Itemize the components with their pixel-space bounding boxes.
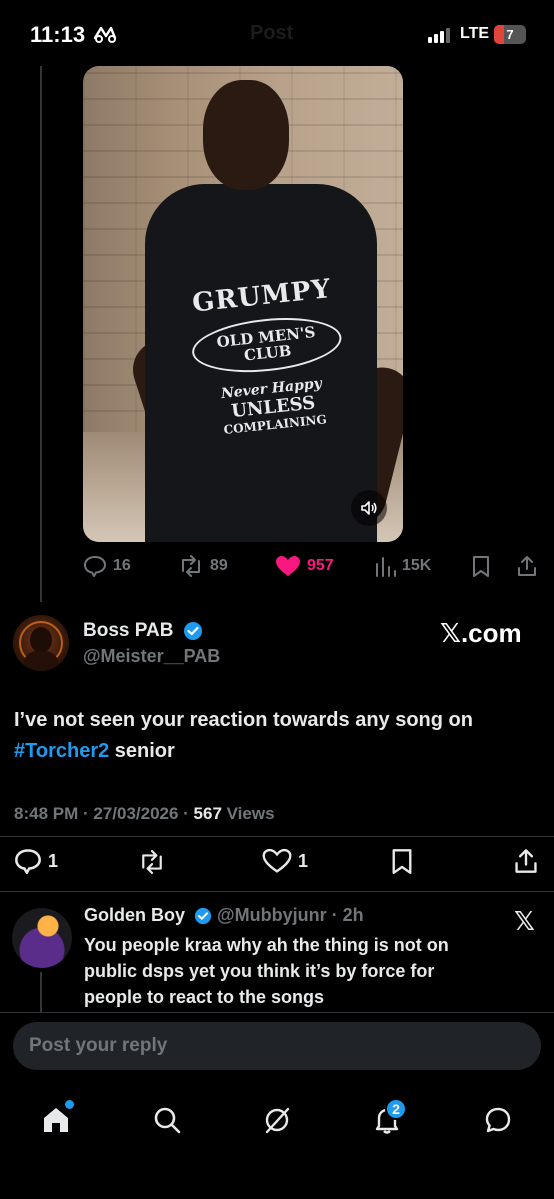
reply-time: · 2h [326, 905, 364, 925]
x-brand-label: 𝕏.com [440, 618, 522, 648]
post-reply-button[interactable]: 1 [14, 848, 58, 874]
post-like-count: 1 [298, 850, 309, 871]
x-logo-icon: 𝕏 [514, 906, 535, 936]
like-count: 957 [307, 557, 334, 574]
post-like-button[interactable]: 1 [262, 848, 308, 874]
tab-notifications[interactable]: 2 [363, 1096, 411, 1144]
views-icon [376, 557, 396, 577]
post-text: I’ve not seen your reaction towards any … [14, 709, 473, 762]
reply-composer[interactable] [13, 1022, 541, 1070]
shirt-print: GRUMPY OLD MEN'S CLUB Never Happy UNLESS… [186, 274, 351, 440]
battery-level: 7 [506, 27, 514, 42]
post-timestamp: 8:48 PM · 27/03/2026 · [14, 804, 194, 823]
post-reply-count: 1 [48, 850, 59, 871]
video-player[interactable]: GRUMPY OLD MEN'S CLUB Never Happy UNLESS… [83, 66, 403, 542]
faded-page-title: Post [250, 22, 294, 44]
reply-author-handle: @Mubbyjunr [217, 905, 327, 925]
tab-grok[interactable] [253, 1096, 301, 1144]
notifications-badge: 2 [385, 1098, 407, 1120]
thread-line [40, 66, 42, 602]
divider [0, 1012, 554, 1013]
reply-author-name: Golden Boy [84, 905, 186, 925]
reply-avatar[interactable] [12, 908, 72, 968]
author-handle[interactable]: @Meister__PAB [83, 646, 220, 667]
speaker-icon[interactable] [351, 490, 387, 526]
status-time: 11:13 [30, 22, 86, 47]
status-bar: 11:13 Post LTE 7 [0, 0, 554, 64]
post-meta: 8:48 PM · 27/03/2026 · 567 Views [14, 804, 275, 823]
reply-input[interactable] [29, 1022, 519, 1070]
link-icon [92, 24, 118, 49]
views-button[interactable]: 15K [374, 555, 431, 577]
repost-button[interactable]: 89 [178, 555, 228, 577]
repost-icon [182, 555, 200, 577]
reply-icon [15, 849, 41, 874]
share-icon [515, 849, 537, 873]
tab-search[interactable] [143, 1096, 191, 1144]
reply-author-row[interactable]: Golden Boy @Mubbyjunr · 2h [84, 905, 364, 926]
battery-icon: 7 [494, 25, 526, 44]
verified-badge-icon [194, 908, 212, 925]
heart-filled-icon [276, 556, 300, 576]
post-bookmark-button[interactable] [390, 848, 414, 874]
chat-bubble-icon [485, 1107, 511, 1133]
new-posts-dot [65, 1100, 74, 1109]
hashtag-link[interactable]: #Torcher2 [14, 740, 109, 762]
verified-badge-icon [183, 621, 202, 640]
tab-messages[interactable] [474, 1096, 522, 1144]
author-name: Boss PAB [83, 620, 174, 641]
post-share-button[interactable] [513, 848, 539, 874]
author-name-row[interactable]: Boss PAB [83, 620, 203, 642]
grok-icon [265, 1107, 290, 1134]
reply-count: 16 [113, 557, 131, 574]
heart-icon [262, 848, 292, 873]
signal-icon [428, 28, 450, 43]
divider [0, 891, 554, 892]
reply-button[interactable]: 16 [83, 555, 131, 577]
tab-home[interactable] [32, 1096, 80, 1144]
views-count: 15K [402, 557, 432, 574]
bookmark-button[interactable] [471, 555, 491, 577]
bookmark-icon [392, 849, 412, 874]
repost-count: 89 [210, 557, 228, 574]
author-avatar[interactable] [13, 615, 69, 671]
share-icon [518, 556, 536, 576]
post-repost-button[interactable] [137, 850, 167, 874]
post-views-count: 567 [193, 804, 222, 823]
search-icon [154, 1107, 181, 1134]
thread-line [40, 972, 42, 1012]
repost-icon [142, 850, 162, 874]
network-label: LTE [460, 25, 490, 42]
divider [0, 836, 554, 837]
bottom-tab-bar: 2 [0, 1080, 554, 1199]
reply-text: You people kraa why ah the thing is not … [84, 935, 449, 1007]
share-button[interactable] [516, 555, 538, 577]
bookmark-icon [473, 556, 489, 577]
reply-icon [83, 555, 107, 577]
like-button[interactable]: 957 [275, 555, 334, 577]
